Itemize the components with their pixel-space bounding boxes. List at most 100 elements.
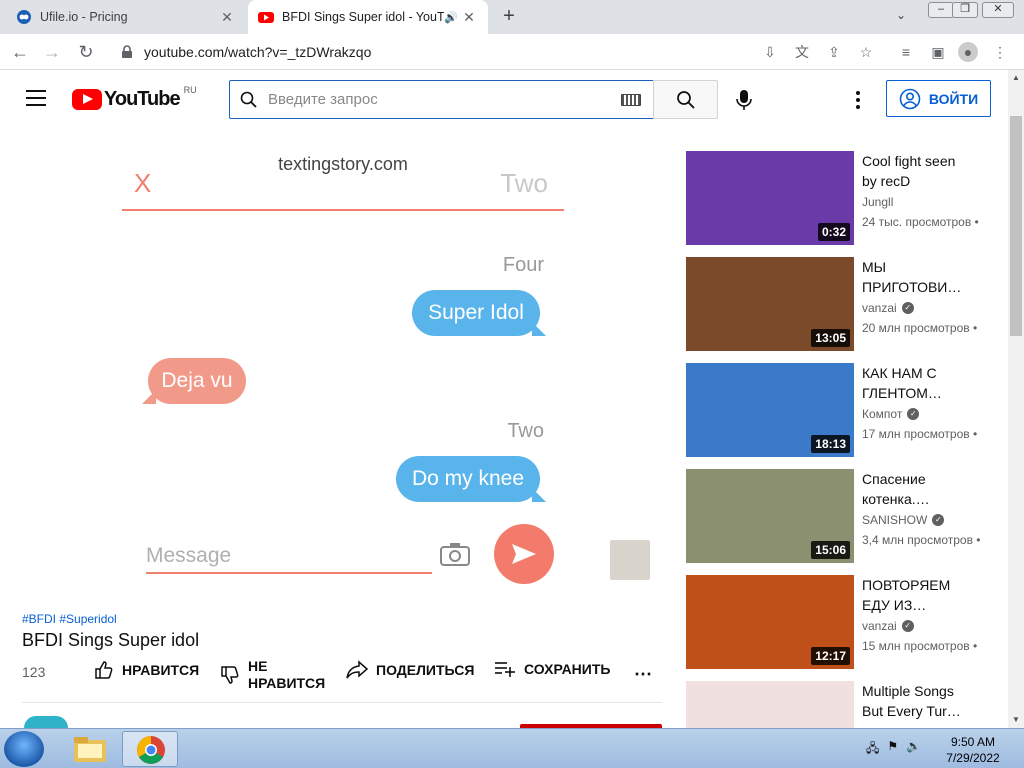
video-thumbnail[interactable]: 12:17 <box>686 575 854 669</box>
restore-button[interactable]: ❐ <box>952 2 978 18</box>
verified-check-icon: ✓ <box>901 620 914 632</box>
video-player[interactable]: textingstory.com X Two Four Super Idol D… <box>22 128 662 604</box>
share-button[interactable]: ПОДЕЛИТЬСЯ <box>346 660 474 680</box>
recommendation-title[interactable]: ПОВТОРЯЕМ ЕДУ ИЗ… <box>862 575 972 615</box>
channel-name[interactable]: Jungll <box>862 195 893 209</box>
tab-close-icon[interactable]: ✕ <box>460 9 478 26</box>
voice-search-button[interactable] <box>728 84 760 116</box>
system-tray: 🖧 ⚑ 🔉 <box>866 739 921 760</box>
message-sender: Four <box>502 254 544 276</box>
video-hashtags[interactable]: #BFDI #Superidol <box>22 612 117 626</box>
ufile-favicon-icon <box>17 10 31 24</box>
video-thumbnail[interactable]: 18:13 <box>686 363 854 457</box>
like-button[interactable]: НРАВИТСЯ <box>94 660 199 680</box>
recommendation-card[interactable]: 18:13 КАК НАМ С ГЛЕНТОМ… Компот ✓ 17 млн про… <box>686 363 986 459</box>
recommendation-card[interactable]: 15:06 Спасение котенка.… SANISHOW ✓ 3,4 млн … <box>686 469 986 565</box>
keyboard-icon[interactable] <box>621 93 641 106</box>
new-tab-button[interactable]: + <box>498 6 520 28</box>
microphone-icon <box>736 90 752 110</box>
scroll-up-arrow-icon[interactable]: ▲ <box>1008 70 1024 86</box>
tab-ufile[interactable]: Ufile.io - Pricing ✕ <box>6 0 246 34</box>
recommendation-card[interactable]: Multiple Songs But Every Tur… <box>686 681 986 728</box>
hamburger-menu-icon[interactable] <box>26 90 46 108</box>
message-sender: Two <box>507 420 544 442</box>
view-count: 17 млн просмотров • <box>862 427 978 441</box>
video-duration: 12:17 <box>811 647 850 665</box>
bookmark-star-icon[interactable]: ☆ <box>856 42 876 62</box>
save-button[interactable]: СОХРАНИТЬ <box>494 660 610 678</box>
recommendation-title[interactable]: Multiple Songs But Every Tur… <box>862 681 972 721</box>
sign-in-button[interactable]: ВОЙТИ <box>886 80 991 117</box>
action-center-flag-icon[interactable]: ⚑ <box>887 739 898 760</box>
recommendation-card[interactable]: 0:32 Cool fight seen by recD Jungll 24 тыс.… <box>686 151 986 247</box>
chrome-task[interactable] <box>122 731 178 767</box>
send-arrow-icon <box>512 544 536 564</box>
scrollbar-thumb[interactable] <box>1010 116 1022 336</box>
recommendation-card[interactable]: 12:17 ПОВТОРЯЕМ ЕДУ ИЗ… vanzai ✓ 15 млн прос… <box>686 575 986 671</box>
install-app-icon[interactable]: ⇩ <box>760 42 780 62</box>
video-thumbnail[interactable] <box>686 681 854 728</box>
like-label: НРАВИТСЯ <box>122 661 200 678</box>
video-thumbnail[interactable]: 15:06 <box>686 469 854 563</box>
view-count: 20 млн просмотров • <box>862 321 978 335</box>
search-box[interactable] <box>229 80 654 119</box>
tab-search-chevron-icon[interactable]: ⌄ <box>896 8 906 22</box>
recommendation-title[interactable]: МЫ ПРИГОТОВИ… <box>862 257 972 297</box>
channel-watermark-icon[interactable] <box>610 540 650 580</box>
more-actions-icon[interactable]: ⋯ <box>634 664 652 685</box>
frame-contact-name: Two <box>500 168 548 198</box>
youtube-logo[interactable]: YouTube RU <box>72 84 197 111</box>
view-count: 123 <box>22 664 46 680</box>
side-panel-icon[interactable]: ▣ <box>928 42 948 62</box>
profile-avatar-icon[interactable]: ● <box>958 42 978 62</box>
channel-name[interactable]: Компот ✓ <box>862 407 920 421</box>
youtube-favicon-icon <box>258 12 274 23</box>
windows-start-button[interactable] <box>4 731 44 767</box>
region-code: RU <box>183 84 197 95</box>
translate-icon[interactable]: 文 <box>792 42 812 62</box>
search-button[interactable] <box>653 80 718 119</box>
channel-avatar[interactable] <box>24 716 68 728</box>
channel-name[interactable]: vanzai ✓ <box>862 301 914 315</box>
tab-youtube[interactable]: BFDI Sings Super idol - YouT 🔊 ✕ <box>248 0 488 34</box>
close-window-button[interactable]: ✕ <box>982 2 1014 18</box>
video-duration: 18:13 <box>811 435 850 453</box>
share-icon[interactable]: ⇪ <box>824 42 844 62</box>
speaker-icon[interactable]: 🔊 <box>444 11 460 24</box>
video-duration: 0:32 <box>817 223 850 241</box>
save-label: СОХРАНИТЬ <box>524 660 611 677</box>
account-circle-icon <box>899 88 921 109</box>
message-bubble: Do my knee <box>396 456 546 502</box>
recommendation-title[interactable]: Cool fight seen by recD <box>862 151 972 191</box>
network-icon[interactable]: 🖧 <box>866 739 879 760</box>
frame-x-label: X <box>134 168 152 198</box>
minimize-button[interactable]: – <box>928 2 954 18</box>
search-input[interactable] <box>268 91 621 108</box>
chrome-menu-icon[interactable]: ⋮ <box>990 42 1010 62</box>
tab-close-icon[interactable]: ✕ <box>218 9 236 26</box>
recommendation-title[interactable]: Спасение котенка.… <box>862 469 972 509</box>
volume-icon[interactable]: 🔉 <box>906 739 921 760</box>
channel-name[interactable]: SANISHOW ✓ <box>862 513 945 527</box>
message-field: Message <box>146 544 432 574</box>
page-scrollbar[interactable]: ▲ ▼ <box>1008 70 1024 728</box>
channel-name-text: Jungll <box>862 195 894 209</box>
thumbs-up-icon <box>95 661 113 679</box>
back-arrow-icon[interactable]: ← <box>8 40 32 64</box>
media-queue-icon[interactable]: ≡ <box>896 42 916 62</box>
video-thumbnail[interactable]: 0:32 <box>686 151 854 245</box>
scroll-down-arrow-icon[interactable]: ▼ <box>1008 712 1024 728</box>
view-count: 24 тыс. просмотров • <box>862 215 979 229</box>
frame-divider <box>122 209 564 211</box>
dislike-button[interactable]: НЕ НРАВИТСЯ <box>220 658 330 692</box>
forward-arrow-icon[interactable]: → <box>40 40 64 64</box>
channel-name[interactable]: vanzai ✓ <box>862 619 914 633</box>
video-thumbnail[interactable]: 13:05 <box>686 257 854 351</box>
recommendation-title[interactable]: КАК НАМ С ГЛЕНТОМ… <box>862 363 972 403</box>
playlist-add-icon <box>495 662 515 677</box>
settings-kebab-icon[interactable] <box>848 88 868 112</box>
taskbar-clock[interactable]: 9:50 AM 7/29/2022 <box>930 734 1016 766</box>
reload-icon[interactable]: ↻ <box>74 40 98 64</box>
file-explorer-task[interactable] <box>62 731 118 767</box>
recommendation-card[interactable]: 13:05 МЫ ПРИГОТОВИ… vanzai ✓ 20 млн просмотр… <box>686 257 986 353</box>
